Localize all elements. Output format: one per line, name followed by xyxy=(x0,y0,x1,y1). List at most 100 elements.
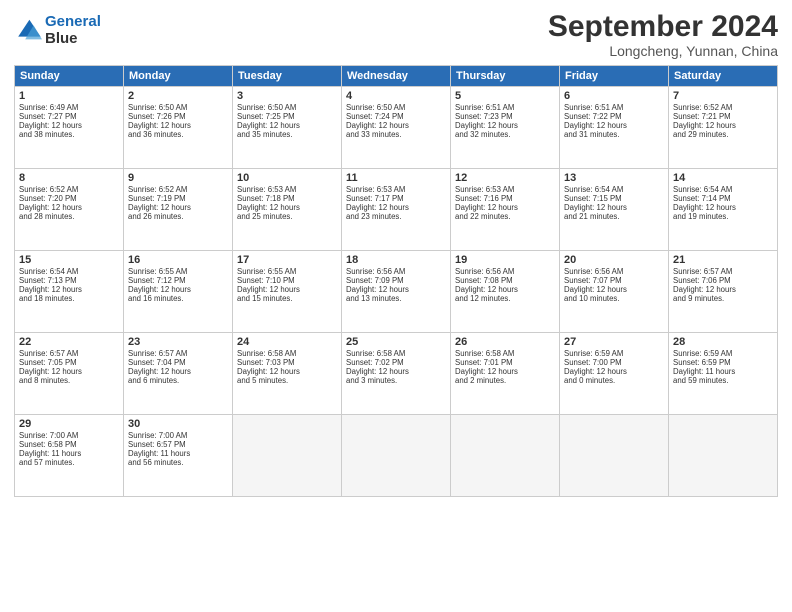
cell-info-line: and 8 minutes. xyxy=(19,376,119,385)
cell-info-line: Sunrise: 6:56 AM xyxy=(346,267,446,276)
cell-info-line: Daylight: 12 hours xyxy=(673,121,773,130)
calendar-cell: 30Sunrise: 7:00 AMSunset: 6:57 PMDayligh… xyxy=(124,415,233,497)
cell-info-line: Sunset: 7:19 PM xyxy=(128,194,228,203)
cell-info-line: and 29 minutes. xyxy=(673,130,773,139)
week-row-1: 1Sunrise: 6:49 AMSunset: 7:27 PMDaylight… xyxy=(15,87,778,169)
day-number: 29 xyxy=(19,418,119,430)
cell-info-line: Sunset: 7:18 PM xyxy=(237,194,337,203)
cell-info-line: Sunset: 7:12 PM xyxy=(128,276,228,285)
cell-info-line: Sunrise: 6:54 AM xyxy=(673,185,773,194)
cell-info-line: Sunrise: 7:00 AM xyxy=(128,431,228,440)
calendar: SundayMondayTuesdayWednesdayThursdayFrid… xyxy=(14,65,778,497)
cell-info-line: and 33 minutes. xyxy=(346,130,446,139)
cell-info-line: and 28 minutes. xyxy=(19,212,119,221)
cell-info-line: Daylight: 12 hours xyxy=(237,203,337,212)
calendar-cell: 10Sunrise: 6:53 AMSunset: 7:18 PMDayligh… xyxy=(233,169,342,251)
cell-info-line: Daylight: 12 hours xyxy=(346,285,446,294)
calendar-cell: 23Sunrise: 6:57 AMSunset: 7:04 PMDayligh… xyxy=(124,333,233,415)
calendar-cell xyxy=(451,415,560,497)
cell-info-line: Daylight: 11 hours xyxy=(128,449,228,458)
day-number: 6 xyxy=(564,90,664,102)
day-number: 15 xyxy=(19,254,119,266)
day-number: 16 xyxy=(128,254,228,266)
cell-info-line: and 18 minutes. xyxy=(19,294,119,303)
cell-info-line: Sunrise: 6:52 AM xyxy=(128,185,228,194)
calendar-header-row: SundayMondayTuesdayWednesdayThursdayFrid… xyxy=(15,66,778,87)
cell-info-line: Sunrise: 6:50 AM xyxy=(237,103,337,112)
cell-info-line: Sunset: 7:23 PM xyxy=(455,112,555,121)
cell-info-line: Daylight: 12 hours xyxy=(455,285,555,294)
cell-info-line: Daylight: 12 hours xyxy=(19,367,119,376)
cell-info-line: Sunrise: 6:51 AM xyxy=(455,103,555,112)
cell-info-line: Sunset: 7:27 PM xyxy=(19,112,119,121)
cell-info-line: and 38 minutes. xyxy=(19,130,119,139)
cell-info-line: Sunset: 7:24 PM xyxy=(346,112,446,121)
cell-info-line: Daylight: 12 hours xyxy=(673,203,773,212)
cell-info-line: Sunset: 7:20 PM xyxy=(19,194,119,203)
day-number: 11 xyxy=(346,172,446,184)
cell-info-line: and 2 minutes. xyxy=(455,376,555,385)
cell-info-line: Sunrise: 6:51 AM xyxy=(564,103,664,112)
col-header-tuesday: Tuesday xyxy=(233,66,342,87)
day-number: 27 xyxy=(564,336,664,348)
cell-info-line: Sunset: 7:10 PM xyxy=(237,276,337,285)
location: Longcheng, Yunnan, China xyxy=(548,43,778,59)
col-header-wednesday: Wednesday xyxy=(342,66,451,87)
cell-info-line: Sunset: 7:07 PM xyxy=(564,276,664,285)
cell-info-line: Daylight: 11 hours xyxy=(673,367,773,376)
cell-info-line: Sunrise: 6:59 AM xyxy=(564,349,664,358)
cell-info-line: Sunset: 7:01 PM xyxy=(455,358,555,367)
cell-info-line: Daylight: 12 hours xyxy=(237,285,337,294)
cell-info-line: Sunrise: 6:57 AM xyxy=(673,267,773,276)
day-number: 24 xyxy=(237,336,337,348)
cell-info-line: Daylight: 12 hours xyxy=(128,367,228,376)
day-number: 30 xyxy=(128,418,228,430)
day-number: 23 xyxy=(128,336,228,348)
cell-info-line: and 56 minutes. xyxy=(128,458,228,467)
cell-info-line: Sunrise: 6:59 AM xyxy=(673,349,773,358)
calendar-cell: 20Sunrise: 6:56 AMSunset: 7:07 PMDayligh… xyxy=(560,251,669,333)
calendar-cell: 5Sunrise: 6:51 AMSunset: 7:23 PMDaylight… xyxy=(451,87,560,169)
col-header-friday: Friday xyxy=(560,66,669,87)
cell-info-line: Sunrise: 6:53 AM xyxy=(237,185,337,194)
calendar-cell: 6Sunrise: 6:51 AMSunset: 7:22 PMDaylight… xyxy=(560,87,669,169)
cell-info-line: Daylight: 12 hours xyxy=(346,121,446,130)
col-header-monday: Monday xyxy=(124,66,233,87)
cell-info-line: Sunrise: 6:58 AM xyxy=(346,349,446,358)
cell-info-line: and 22 minutes. xyxy=(455,212,555,221)
cell-info-line: Sunset: 7:05 PM xyxy=(19,358,119,367)
cell-info-line: Sunrise: 6:55 AM xyxy=(237,267,337,276)
cell-info-line: Sunset: 7:17 PM xyxy=(346,194,446,203)
week-row-4: 22Sunrise: 6:57 AMSunset: 7:05 PMDayligh… xyxy=(15,333,778,415)
cell-info-line: Daylight: 12 hours xyxy=(346,203,446,212)
cell-info-line: Daylight: 12 hours xyxy=(455,367,555,376)
col-header-sunday: Sunday xyxy=(15,66,124,87)
cell-info-line: Daylight: 11 hours xyxy=(19,449,119,458)
calendar-cell: 21Sunrise: 6:57 AMSunset: 7:06 PMDayligh… xyxy=(669,251,778,333)
cell-info-line: and 16 minutes. xyxy=(128,294,228,303)
calendar-cell: 26Sunrise: 6:58 AMSunset: 7:01 PMDayligh… xyxy=(451,333,560,415)
day-number: 10 xyxy=(237,172,337,184)
week-row-2: 8Sunrise: 6:52 AMSunset: 7:20 PMDaylight… xyxy=(15,169,778,251)
header: General Blue September 2024 Longcheng, Y… xyxy=(14,10,778,59)
cell-info-line: Sunset: 6:57 PM xyxy=(128,440,228,449)
cell-info-line: Sunset: 7:22 PM xyxy=(564,112,664,121)
cell-info-line: Daylight: 12 hours xyxy=(237,121,337,130)
day-number: 26 xyxy=(455,336,555,348)
calendar-cell: 1Sunrise: 6:49 AMSunset: 7:27 PMDaylight… xyxy=(15,87,124,169)
calendar-cell xyxy=(560,415,669,497)
logo-text: General Blue xyxy=(45,14,101,47)
cell-info-line: Sunset: 7:06 PM xyxy=(673,276,773,285)
cell-info-line: Daylight: 12 hours xyxy=(128,285,228,294)
cell-info-line: Sunrise: 6:56 AM xyxy=(455,267,555,276)
logo: General Blue xyxy=(14,14,101,47)
week-row-5: 29Sunrise: 7:00 AMSunset: 6:58 PMDayligh… xyxy=(15,415,778,497)
cell-info-line: and 5 minutes. xyxy=(237,376,337,385)
calendar-cell xyxy=(669,415,778,497)
calendar-cell: 11Sunrise: 6:53 AMSunset: 7:17 PMDayligh… xyxy=(342,169,451,251)
cell-info-line: and 36 minutes. xyxy=(128,130,228,139)
calendar-cell: 16Sunrise: 6:55 AMSunset: 7:12 PMDayligh… xyxy=(124,251,233,333)
calendar-cell: 3Sunrise: 6:50 AMSunset: 7:25 PMDaylight… xyxy=(233,87,342,169)
day-number: 12 xyxy=(455,172,555,184)
cell-info-line: Sunset: 7:02 PM xyxy=(346,358,446,367)
